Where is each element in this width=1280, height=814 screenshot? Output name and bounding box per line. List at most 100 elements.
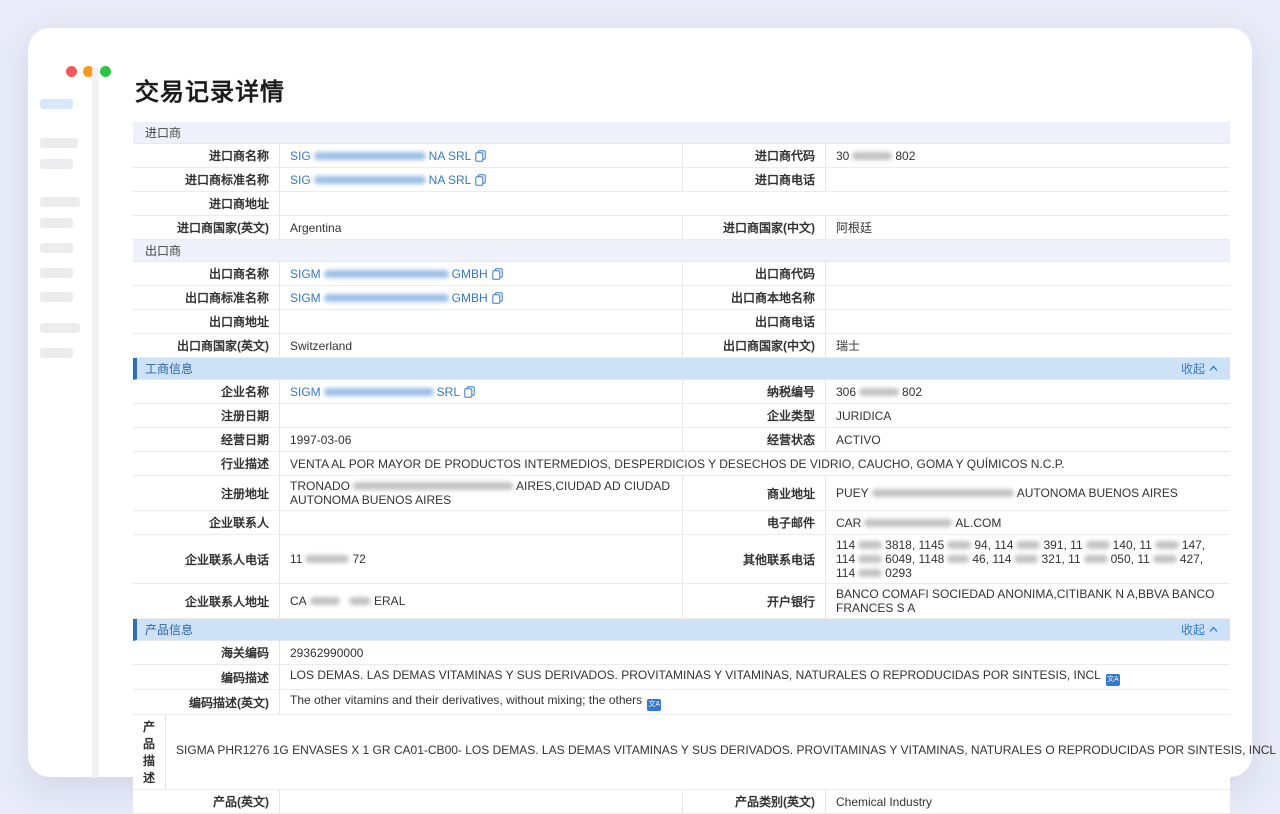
field-label: 出口商地址 <box>133 310 280 333</box>
field-label: 企业联系人 <box>133 511 280 534</box>
field-value: SIGMGMBH <box>280 262 683 285</box>
table-row: 注册地址TRONADOAIRES,CIUDAD AD CIUDAD AUTONO… <box>133 476 1230 511</box>
sidebar-skeleton-item <box>40 159 73 169</box>
redacted-text <box>1153 555 1177 563</box>
copy-icon[interactable] <box>492 268 503 280</box>
section-header-importer: 进口商 <box>133 122 1230 144</box>
field-label: 企业名称 <box>133 380 280 403</box>
table-row: 出口商名称SIGMGMBH出口商代码 <box>133 262 1230 286</box>
field-label: 企业联系人地址 <box>133 584 280 618</box>
copy-icon[interactable] <box>492 292 503 304</box>
field-value: 30802 <box>826 144 1230 167</box>
table-row: 产品(英文) 产品类别(英文)Chemical Industry <box>133 790 1230 814</box>
field-value: The other vitamins and their derivatives… <box>280 690 1230 714</box>
field-value <box>280 310 683 333</box>
field-value: 29362990000 <box>280 641 1230 664</box>
main-content: 交易记录详情 进口商进口商名称SIGNA SRL进口商代码30802进口商标准名… <box>133 72 1230 814</box>
company-link[interactable]: SIGMGMBH <box>290 267 503 281</box>
field-label: 海关编码 <box>133 641 280 664</box>
field-label: 进口商国家(中文) <box>683 216 826 239</box>
redacted-text <box>1016 541 1040 549</box>
field-label: 注册日期 <box>133 404 280 427</box>
translate-icon[interactable]: 文A <box>1106 674 1120 686</box>
chevron-up-icon <box>1209 626 1218 633</box>
maximize-button[interactable] <box>100 66 111 77</box>
field-value <box>826 262 1230 285</box>
table-row: 产品描述SIGMA PHR1276 1G ENVASES X 1 GR CA01… <box>133 715 1230 790</box>
field-label: 其他联系电话 <box>683 535 826 583</box>
table-row: 进口商地址 <box>133 192 1230 216</box>
copy-icon[interactable] <box>475 150 486 162</box>
field-label: 产品(英文) <box>133 790 280 813</box>
field-value: SIGNA SRL <box>280 168 683 191</box>
translate-icon[interactable]: 文A <box>647 699 661 711</box>
field-value <box>280 790 683 813</box>
table-row: 注册日期 企业类型JURIDICA <box>133 404 1230 428</box>
field-value <box>280 511 683 534</box>
redacted-text <box>852 152 892 160</box>
field-label: 编码描述 <box>133 665 280 689</box>
field-label: 进口商名称 <box>133 144 280 167</box>
field-label: 产品类别(英文) <box>683 790 826 813</box>
redacted-text <box>349 597 371 605</box>
table-row: 海关编码29362990000 <box>133 641 1230 665</box>
sidebar-skeleton-item <box>40 218 73 228</box>
field-label: 进口商电话 <box>683 168 826 191</box>
sidebar-active-item <box>40 99 73 109</box>
field-value: Switzerland <box>280 334 683 357</box>
collapse-label: 收起 <box>1181 621 1205 638</box>
field-value: BANCO COMAFI SOCIEDAD ANONIMA,CITIBANK N… <box>826 584 1230 618</box>
field-value: TRONADOAIRES,CIUDAD AD CIUDAD AUTONOMA B… <box>280 476 683 510</box>
field-value: SIGNA SRL <box>280 144 683 167</box>
chevron-up-icon <box>1209 365 1218 372</box>
section-title: 工商信息 <box>145 360 193 377</box>
field-value: Chemical Industry <box>826 790 1230 813</box>
copy-icon[interactable] <box>464 386 475 398</box>
field-value: Argentina <box>280 216 683 239</box>
table-row: 出口商国家(英文)Switzerland出口商国家(中文)瑞士 <box>133 334 1230 358</box>
redacted-text <box>1155 541 1179 549</box>
field-label: 经营状态 <box>683 428 826 451</box>
field-label: 行业描述 <box>133 452 280 475</box>
close-button[interactable] <box>66 66 77 77</box>
table-row: 进口商国家(英文)Argentina进口商国家(中文)阿根廷 <box>133 216 1230 240</box>
field-value: VENTA AL POR MAYOR DE PRODUCTOS INTERMED… <box>280 452 1230 475</box>
browser-window: 交易记录详情 进口商进口商名称SIGNA SRL进口商代码30802进口商标准名… <box>28 28 1252 777</box>
table-row: 进口商名称SIGNA SRL进口商代码30802 <box>133 144 1230 168</box>
redacted-text <box>314 176 426 184</box>
redacted-text <box>324 388 434 396</box>
field-label: 企业类型 <box>683 404 826 427</box>
copy-icon[interactable] <box>475 174 486 186</box>
field-label: 产品描述 <box>133 715 166 789</box>
collapse-button[interactable]: 收起 <box>1181 621 1218 638</box>
field-label: 进口商国家(英文) <box>133 216 280 239</box>
field-label: 出口商名称 <box>133 262 280 285</box>
company-link[interactable]: SIGNA SRL <box>290 173 486 187</box>
detail-table: 进口商进口商名称SIGNA SRL进口商代码30802进口商标准名称SIGNA … <box>133 122 1230 814</box>
company-link[interactable]: SIGMSRL <box>290 385 475 399</box>
company-link[interactable]: SIGMGMBH <box>290 291 503 305</box>
redacted-text <box>310 597 340 605</box>
field-label: 出口商标准名称 <box>133 286 280 309</box>
sidebar-skeleton-item <box>40 292 73 302</box>
table-row: 行业描述VENTA AL POR MAYOR DE PRODUCTOS INTE… <box>133 452 1230 476</box>
table-row: 编码描述LOS DEMAS. LAS DEMAS VITAMINAS Y SUS… <box>133 665 1230 690</box>
section-title: 出口商 <box>145 242 181 259</box>
company-link[interactable]: SIGNA SRL <box>290 149 486 163</box>
table-row: 进口商标准名称 SIGNA SRL 进口商电话 <box>133 168 1230 192</box>
redacted-text <box>305 555 349 563</box>
field-value: JURIDICA <box>826 404 1230 427</box>
table-row: 企业名称SIGMSRL纳税编号306802 <box>133 380 1230 404</box>
redacted-text <box>947 555 969 563</box>
table-row: 出口商地址 出口商电话 <box>133 310 1230 334</box>
redacted-text <box>858 569 882 577</box>
field-label: 出口商电话 <box>683 310 826 333</box>
page-title: 交易记录详情 <box>135 72 1230 107</box>
field-value: 306802 <box>826 380 1230 403</box>
field-label: 进口商标准名称 <box>133 168 280 191</box>
field-label: 编码描述(英文) <box>133 690 280 714</box>
field-label: 企业联系人电话 <box>133 535 280 583</box>
redacted-text <box>858 541 882 549</box>
collapse-button[interactable]: 收起 <box>1181 360 1218 377</box>
section-header-product-info: 产品信息收起 <box>133 619 1230 641</box>
